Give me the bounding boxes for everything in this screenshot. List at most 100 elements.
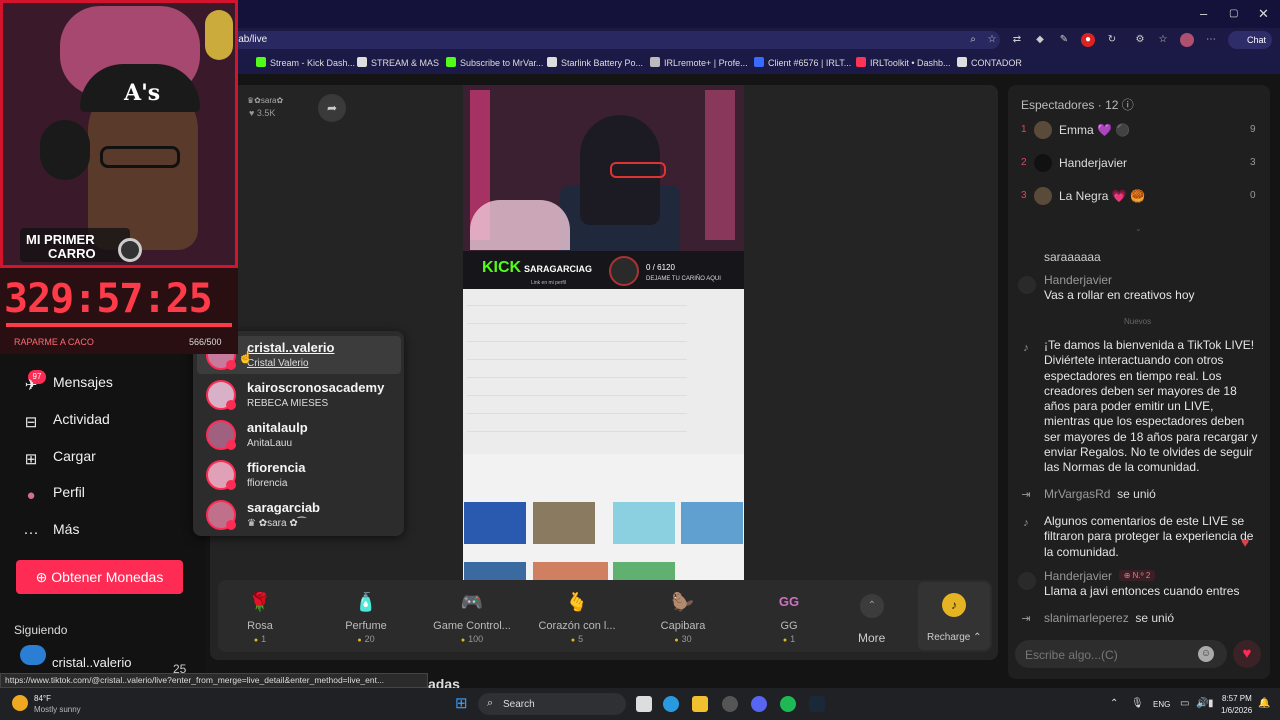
sun-icon[interactable] [12, 695, 28, 711]
bookmark-item[interactable]: Stream - Kick Dash... [256, 57, 355, 68]
gift-item[interactable]: 🫰 Corazón con l... 5 [532, 588, 622, 644]
mention-item[interactable]: ffiorencia ffiorencia [206, 458, 396, 498]
display-icon[interactable]: ▭ [1180, 698, 1189, 709]
avatar[interactable] [1034, 187, 1052, 205]
following-item[interactable]: cristal..valerio [52, 655, 131, 670]
gift-item[interactable]: 🧴 Perfume 20 [321, 588, 411, 644]
gift-item[interactable]: 🌹 Rosa 1 [215, 588, 305, 644]
goal-label: RAPARME A CACO [14, 337, 94, 347]
zoom-icon[interactable]: ⌕ [966, 33, 980, 47]
mention-item[interactable]: kairoscronosacademy REBECA MIESES [206, 378, 396, 418]
live-dot-icon [226, 360, 236, 370]
microphone-icon[interactable]: 🎙 [1131, 698, 1144, 709]
collapse-chevron-icon[interactable]: ⌄ [1135, 224, 1142, 233]
nav-item-cargar[interactable]: ⊞ Cargar [22, 448, 96, 468]
list-divider [467, 377, 687, 378]
taskbar-search[interactable] [478, 693, 626, 715]
gift-item[interactable]: 🎮 Game Control... 100 [427, 588, 517, 644]
chat-username[interactable]: Handerjavier [1044, 569, 1112, 583]
minimize-icon[interactable]: – [1200, 6, 1207, 21]
clock-date[interactable]: 1/6/2026 [1221, 706, 1252, 715]
avatar[interactable] [1034, 154, 1052, 172]
viewer-score: 3 [1250, 157, 1256, 168]
avatar[interactable] [1018, 572, 1036, 590]
battery-icon[interactable]: ▮ [1208, 698, 1214, 709]
edge-icon[interactable] [663, 696, 679, 712]
live-dot-icon [226, 520, 236, 530]
address-bar[interactable] [230, 31, 1000, 49]
like-heart-button[interactable]: ♥ [1233, 640, 1261, 668]
nav-item-mensajes[interactable]: ✈ Mensajes [22, 374, 113, 394]
bookmark-item[interactable]: IRLremote+ | Profe... [650, 57, 748, 68]
gift-item[interactable]: GG GG 1 [744, 588, 834, 644]
mention-item[interactable]: saragarciab ♛ ✿sara ✿⁀ [206, 498, 396, 538]
tray-overflow-icon[interactable]: ⌃ [1110, 698, 1118, 709]
chat-input-placeholder: Escribe algo...(C) [1025, 648, 1118, 662]
kick-counter: 0 / 6120 [646, 263, 675, 272]
nav-item-actividad[interactable]: ⊟ Actividad [22, 411, 110, 431]
gift-price: 30 [638, 634, 728, 644]
clock-time[interactable]: 8:57 PM [1222, 694, 1252, 703]
extension-icon[interactable]: ⇄ [1010, 33, 1024, 47]
overlay-title-line2: CARRO [48, 246, 96, 261]
spotify-icon[interactable] [780, 696, 796, 712]
weather-temp[interactable]: 84°F [34, 694, 51, 703]
extension-icon-2[interactable]: ◆ [1033, 33, 1047, 47]
volume-icon[interactable]: 🔊 [1196, 698, 1208, 709]
viewer-score: 9 [1250, 124, 1256, 135]
windows-start-icon[interactable]: ⊞ [455, 696, 471, 712]
discord-icon[interactable] [751, 696, 767, 712]
get-coins-button[interactable]: ⊕ Obtener Monedas [16, 560, 183, 594]
chevron-up-icon[interactable]: ⌃ [860, 594, 884, 618]
star-icon[interactable]: ☆ [985, 33, 999, 47]
weather-desc[interactable]: Mostly sunny [34, 705, 81, 714]
settings-icon[interactable]: ⚙ [1133, 33, 1147, 47]
viewer-name[interactable]: La Negra 💗 🥮 [1059, 189, 1145, 203]
info-icon[interactable]: ⓘ [1122, 98, 1134, 112]
bookmark-item[interactable]: IRLToolkit • Dashb... [856, 57, 951, 68]
headphones [40, 120, 90, 180]
mention-item[interactable]: anitalaulp AnitaLauu [206, 418, 396, 458]
mention-username: ffiorencia [247, 460, 306, 475]
extension-icon-3[interactable]: ✎ [1057, 33, 1071, 47]
welcome-message: ¡Te damos la bienvenida a TikTok LIVE! D… [1044, 338, 1258, 475]
tiktok-coin-icon: ♪ [942, 593, 966, 617]
obs-icon[interactable] [722, 696, 738, 712]
bookmark-item[interactable]: Client #6576 | IRLT... [754, 57, 851, 68]
notification-icon[interactable]: 🔔 [1258, 698, 1270, 709]
bookmark-item[interactable]: Starlink Battery Po... [547, 57, 643, 68]
folder-icon[interactable] [692, 696, 708, 712]
viewer-rank: 2 [1021, 157, 1027, 168]
mention-display-name: ffiorencia [247, 478, 288, 489]
close-icon[interactable]: ✕ [1258, 6, 1269, 22]
bookmark-item[interactable]: CONTADOR [957, 57, 1022, 68]
neon-light-2 [705, 90, 735, 240]
nav-item-ms[interactable]: ··· Más [22, 521, 80, 542]
bookmark-icon [256, 57, 266, 67]
emoji-icon[interactable]: ☺ [1198, 646, 1214, 662]
share-icon[interactable]: ➦ [318, 94, 346, 122]
gift-item[interactable]: 🦫 Capibara 30 [638, 588, 728, 644]
viewers-header: Espectadores · 12 ⓘ [1021, 98, 1134, 112]
chat-username[interactable]: Handerjavier [1044, 273, 1112, 287]
extension-icon-4[interactable]: ● [1081, 33, 1095, 47]
profile-avatar-icon[interactable] [1180, 33, 1194, 47]
bookmark-item[interactable]: STREAM & MAS [357, 57, 439, 68]
avatar[interactable] [1018, 276, 1036, 294]
bookmark-item[interactable]: Subscribe to MrVar... [446, 57, 543, 68]
more-gifts-button[interactable]: More [858, 631, 885, 645]
language-indicator[interactable]: ENG [1153, 700, 1170, 709]
task-view-icon[interactable] [636, 696, 652, 712]
more-menu-icon[interactable]: ⋯ [1204, 33, 1218, 47]
viewer-name[interactable]: Emma 💜 ⚫ [1059, 123, 1130, 137]
maximize-icon[interactable]: ▢ [1229, 8, 1238, 19]
refresh-ext-icon[interactable]: ↻ [1105, 33, 1119, 47]
thumbnail [533, 562, 608, 580]
copilot-chat-button[interactable]: Chat [1228, 31, 1272, 49]
nav-item-perfil[interactable]: ● Perfil [22, 484, 84, 505]
steam-icon[interactable] [809, 696, 825, 712]
gg-icon: GG [778, 594, 800, 609]
avatar[interactable] [1034, 121, 1052, 139]
favorites-icon[interactable]: ☆ [1156, 33, 1170, 47]
viewer-name[interactable]: Handerjavier [1059, 156, 1127, 170]
